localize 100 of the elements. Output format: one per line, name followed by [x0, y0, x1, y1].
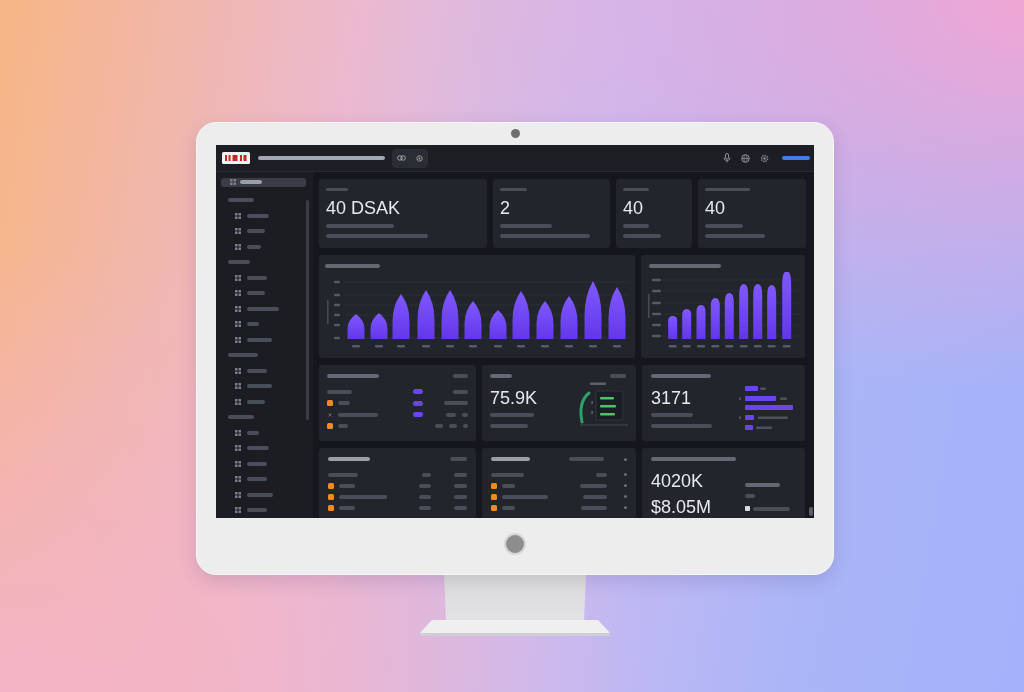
blurred-text — [247, 337, 272, 342]
blurred-text — [339, 483, 355, 488]
blurred-text — [339, 505, 355, 510]
logo-icon — [222, 152, 250, 164]
dot-icon — [624, 506, 627, 509]
blurred-text — [596, 472, 607, 477]
blurred-text — [247, 461, 267, 466]
blurred-text — [454, 505, 467, 510]
blurred-text — [247, 446, 269, 451]
blurred-text — [247, 275, 267, 280]
stat-value: $8.05M — [651, 498, 712, 516]
blurred-text — [419, 494, 431, 499]
stat-value: 40 DSAK — [326, 198, 401, 218]
dot-icon — [624, 484, 627, 487]
grid-icon — [235, 336, 241, 343]
grid-icon — [235, 367, 241, 374]
blurred-text — [610, 374, 626, 378]
blurred-text — [463, 424, 468, 429]
grid-icon — [235, 305, 241, 312]
blurred-text — [491, 457, 530, 461]
blurred-text — [454, 472, 467, 477]
blurred-text — [454, 483, 467, 488]
blurred-text — [338, 401, 350, 406]
blurred-text — [327, 374, 379, 378]
blurred-text — [490, 424, 528, 428]
blurred-text — [326, 224, 394, 228]
blurred-text — [583, 494, 607, 499]
stat-value: 40 — [623, 198, 644, 218]
blurred-text — [247, 213, 269, 218]
blurred-text — [569, 457, 604, 461]
grid-icon — [235, 445, 241, 452]
globe-icon[interactable] — [741, 153, 750, 163]
blurred-text — [453, 389, 468, 394]
x-mark-icon — [328, 412, 332, 417]
mic-icon[interactable] — [723, 153, 731, 163]
blurred-text — [419, 483, 431, 488]
blurred-text — [247, 399, 265, 404]
blurred-text — [500, 188, 527, 191]
grid-icon — [235, 290, 241, 297]
status-icon — [327, 423, 333, 430]
blurred-text — [422, 472, 431, 477]
grid-icon — [235, 429, 241, 436]
grid-icon — [235, 243, 241, 250]
blurred-text — [444, 401, 468, 406]
grid-icon — [235, 507, 241, 514]
stat-value: 40 — [705, 198, 726, 218]
blurred-text — [247, 430, 259, 435]
grid-icon — [235, 274, 241, 281]
grid-icon — [235, 460, 241, 467]
blurred-text — [453, 374, 468, 378]
grid-icon — [235, 476, 241, 483]
blurred-text — [247, 508, 267, 513]
settings-icon[interactable] — [416, 154, 423, 162]
blurred-text — [247, 492, 273, 497]
blurred-text — [326, 188, 348, 191]
stat-value: 3171 — [651, 388, 692, 408]
blurred-text — [705, 188, 750, 191]
blurred-text — [490, 413, 534, 417]
blurred-text — [247, 229, 265, 234]
blurred-text — [338, 412, 378, 417]
blurred-text — [247, 244, 261, 249]
blurred-text — [228, 198, 254, 203]
blurred-text — [649, 264, 721, 268]
scrollbar[interactable] — [808, 507, 813, 516]
link-icon[interactable] — [397, 155, 406, 161]
blurred-text — [623, 188, 649, 191]
blurred-link[interactable] — [782, 156, 810, 160]
blurred-text — [502, 505, 515, 510]
blurred-text — [339, 494, 387, 499]
blurred-text — [490, 374, 512, 378]
blurred-text — [338, 424, 348, 429]
blurred-text — [228, 260, 250, 265]
status-icon — [327, 400, 333, 407]
stat-value: 2 — [500, 198, 510, 218]
blurred-text — [450, 457, 467, 461]
blurred-text — [328, 472, 358, 477]
grid-icon — [235, 228, 241, 235]
blurred-text — [327, 389, 352, 394]
blurred-text — [623, 224, 649, 228]
grid-icon — [235, 321, 241, 328]
blurred-text — [502, 483, 515, 488]
power-button-icon — [504, 533, 526, 555]
blurred-text — [651, 413, 693, 417]
dot-icon — [624, 495, 627, 498]
blurred-text — [328, 457, 370, 461]
grid-icon — [230, 179, 236, 186]
blurred-text — [651, 424, 712, 428]
blurred-text — [247, 368, 267, 373]
blurred-text — [247, 306, 279, 311]
camera-icon — [510, 129, 520, 138]
blurred-text — [705, 224, 743, 228]
blurred-text — [623, 234, 661, 238]
sidebar-item[interactable] — [221, 178, 306, 187]
scrollbar[interactable] — [306, 200, 309, 420]
blurred-text — [500, 224, 552, 228]
grid-icon — [235, 212, 241, 219]
blurred-text — [580, 483, 607, 488]
blurred-text — [581, 505, 607, 510]
grid-icon — [235, 398, 241, 405]
settings-icon[interactable] — [760, 153, 769, 163]
